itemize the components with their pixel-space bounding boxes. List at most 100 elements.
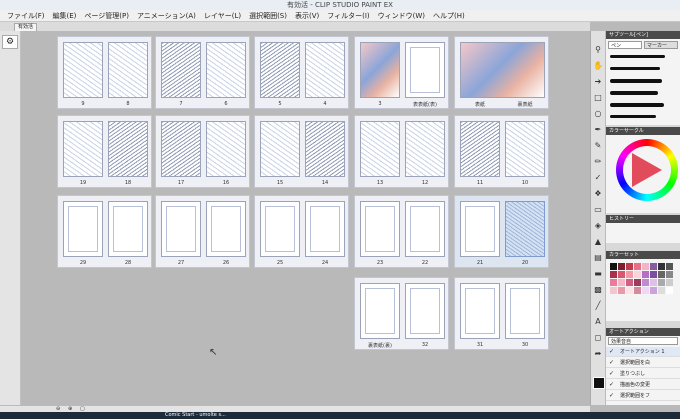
cover-thumbnail[interactable]: [460, 42, 545, 98]
autoaction-item[interactable]: ✓ 選択範囲をフ: [606, 391, 680, 401]
page-thumbnail[interactable]: [360, 283, 400, 339]
gradient-icon[interactable]: ▤: [593, 253, 603, 263]
color-swatch[interactable]: [626, 287, 633, 294]
check-icon[interactable]: ✓: [609, 391, 614, 400]
color-swatch[interactable]: [626, 263, 633, 270]
lasso-icon[interactable]: ○: [593, 109, 603, 119]
page-thumbnail[interactable]: [161, 42, 201, 98]
page-thumbnail[interactable]: [108, 121, 148, 177]
page-thumbnail[interactable]: [108, 42, 148, 98]
autoaction-item[interactable]: ✓ 描画色の変更: [606, 380, 680, 390]
spread[interactable]: 表紙 裏表紙: [454, 36, 549, 109]
page-thumbnail[interactable]: [405, 283, 445, 339]
autoaction-set-select[interactable]: 効果音自: [608, 337, 678, 345]
eyedropper-icon[interactable]: ✒: [593, 125, 603, 135]
page-thumbnail[interactable]: [63, 201, 103, 257]
spread[interactable]: 27 26: [155, 195, 250, 268]
pen-icon[interactable]: ✎: [593, 141, 603, 151]
color-swatch[interactable]: [634, 263, 641, 270]
menu-filter[interactable]: フィルター(I): [323, 11, 373, 21]
page-thumbnail[interactable]: [305, 201, 345, 257]
menu-animation[interactable]: アニメーション(A): [133, 11, 200, 21]
page-thumbnail[interactable]: [460, 121, 500, 177]
page-thumbnail[interactable]: [360, 121, 400, 177]
page-thumbnail[interactable]: [305, 42, 345, 98]
selection-icon[interactable]: □: [593, 93, 603, 103]
color-swatch[interactable]: [666, 279, 673, 286]
spread[interactable]: 23 22: [354, 195, 449, 268]
eraser-icon[interactable]: ▭: [593, 205, 603, 215]
check-icon[interactable]: ✓: [609, 358, 614, 367]
balloon-icon[interactable]: ◻: [593, 333, 603, 343]
color-swatch[interactable]: [650, 271, 657, 278]
fill-icon[interactable]: ▲: [593, 237, 603, 247]
main-color-swatch[interactable]: [593, 377, 605, 389]
frame-icon[interactable]: ▩: [593, 285, 603, 295]
color-swatch[interactable]: [658, 263, 665, 270]
zoom-icon[interactable]: ⚲: [593, 45, 603, 55]
color-swatch[interactable]: [666, 263, 673, 270]
brush-icon[interactable]: ✓: [593, 173, 603, 183]
page-thumbnail[interactable]: [460, 283, 500, 339]
menu-selection[interactable]: 選択範囲(S): [245, 11, 291, 21]
spread[interactable]: 13 12: [354, 115, 449, 188]
color-swatch[interactable]: [634, 271, 641, 278]
check-icon[interactable]: ✓: [609, 369, 614, 378]
color-swatch[interactable]: [626, 271, 633, 278]
spread[interactable]: 31 30: [454, 277, 549, 350]
color-swatch[interactable]: [610, 279, 617, 286]
brush-preview[interactable]: [610, 115, 656, 118]
color-swatch[interactable]: [642, 263, 649, 270]
page-thumbnail[interactable]: [360, 201, 400, 257]
check-icon[interactable]: ✓: [609, 380, 614, 389]
color-swatch[interactable]: [642, 279, 649, 286]
brush-preview[interactable]: [610, 79, 662, 83]
tool-option-icon[interactable]: ⚙: [2, 35, 18, 49]
blend-icon[interactable]: ◈: [593, 221, 603, 231]
spread[interactable]: 19 18: [57, 115, 152, 188]
menu-page[interactable]: ページ管理(P): [80, 11, 133, 21]
spread[interactable]: 5 4: [254, 36, 349, 109]
autoaction-item[interactable]: ✓ オートアクション 1: [606, 347, 680, 357]
color-swatch[interactable]: [650, 279, 657, 286]
brush-preview[interactable]: [610, 67, 660, 70]
color-swatch[interactable]: [666, 287, 673, 294]
page-thumbnail[interactable]: [206, 42, 246, 98]
color-swatch[interactable]: [634, 279, 641, 286]
page-thumbnail[interactable]: [63, 42, 103, 98]
color-swatch[interactable]: [618, 271, 625, 278]
spread[interactable]: 9 8: [57, 36, 152, 109]
page-thumbnail[interactable]: [108, 201, 148, 257]
page-thumbnail[interactable]: [505, 283, 545, 339]
color-swatch[interactable]: [650, 287, 657, 294]
color-swatch[interactable]: [610, 271, 617, 278]
menu-help[interactable]: ヘルプ(H): [429, 11, 469, 21]
page-thumbnail[interactable]: [206, 201, 246, 257]
menu-window[interactable]: ウィンドウ(W): [374, 11, 429, 21]
tab-marker[interactable]: マーカー: [644, 41, 678, 49]
color-swatch[interactable]: [610, 287, 617, 294]
taskbar-item[interactable]: Comic Start - umolte s...: [165, 412, 226, 419]
page-thumbnail[interactable]: [63, 121, 103, 177]
color-swatch[interactable]: [634, 287, 641, 294]
spread[interactable]: 17 16: [155, 115, 250, 188]
page-thumbnail[interactable]: [260, 121, 300, 177]
text-icon[interactable]: A: [593, 317, 603, 327]
spread[interactable]: 29 28: [57, 195, 152, 268]
color-swatch[interactable]: [610, 263, 617, 270]
page-thumbnail[interactable]: [505, 121, 545, 177]
spread[interactable]: 7 6: [155, 36, 250, 109]
menu-view[interactable]: 表示(V): [291, 11, 323, 21]
page-thumbnail[interactable]: [260, 42, 300, 98]
color-swatch[interactable]: [658, 287, 665, 294]
page-thumbnail[interactable]: [161, 121, 201, 177]
autoaction-item[interactable]: ✓ 塗りつぶし: [606, 369, 680, 379]
menu-edit[interactable]: 編集(E): [49, 11, 81, 21]
brush-preview[interactable]: [610, 55, 665, 58]
menu-layer[interactable]: レイヤー(L): [200, 11, 245, 21]
color-swatch[interactable]: [618, 287, 625, 294]
figure-icon[interactable]: ▬: [593, 269, 603, 279]
move-icon[interactable]: ✋: [593, 61, 603, 71]
correct-line-icon[interactable]: ➦: [593, 349, 603, 359]
color-swatch[interactable]: [650, 263, 657, 270]
